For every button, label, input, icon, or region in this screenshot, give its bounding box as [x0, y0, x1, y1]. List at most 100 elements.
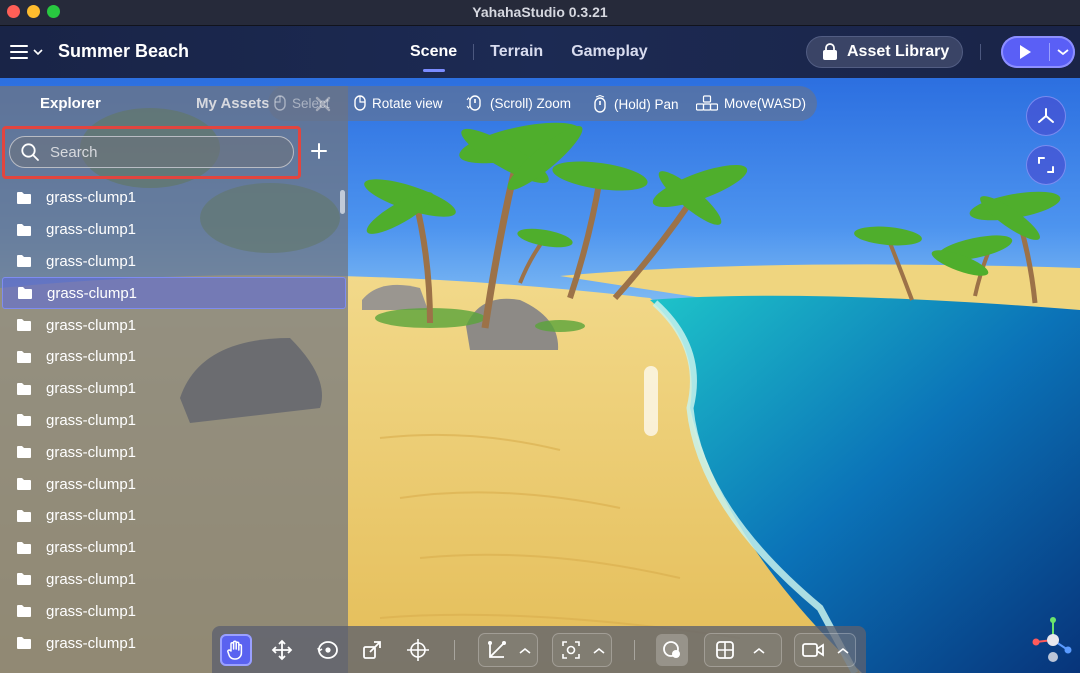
- hierarchy-item[interactable]: grass-clump1: [0, 182, 348, 214]
- hierarchy-item[interactable]: grass-clump1: [2, 277, 346, 310]
- camera-button[interactable]: [797, 634, 829, 666]
- pivot-target-icon: [562, 641, 580, 659]
- snap-icon: [488, 641, 506, 658]
- asset-library-button[interactable]: Asset Library: [806, 36, 963, 68]
- pivot-group: [552, 633, 612, 667]
- hierarchy-list: grass-clump1 grass-clump1 grass-clump1 gras…: [0, 182, 348, 669]
- orientation-gizmo-icon[interactable]: [1030, 612, 1076, 668]
- asset-library-label: Asset Library: [847, 43, 950, 60]
- hint-pan: (Hold) Pan: [592, 95, 679, 113]
- camera-view-button[interactable]: [1026, 96, 1066, 136]
- hierarchy-item[interactable]: grass-clump1: [0, 309, 348, 341]
- snap-button[interactable]: [481, 634, 513, 666]
- tab-terrain[interactable]: Terrain: [476, 26, 557, 78]
- hand-tool-button[interactable]: [220, 634, 252, 666]
- folder-icon: [17, 541, 31, 554]
- global-local-toggle[interactable]: [656, 634, 688, 666]
- window-titlebar: YahahaStudio 0.3.21: [0, 0, 1080, 26]
- folder-icon: [17, 637, 31, 650]
- hierarchy-item-label: grass-clump1: [46, 443, 137, 461]
- hierarchy-item-label: grass-clump1: [46, 411, 137, 429]
- folder-icon: [17, 350, 31, 363]
- focus-frame-icon: [1038, 157, 1054, 173]
- chevron-up-icon: [519, 647, 531, 654]
- hamburger-menu-icon: [10, 45, 28, 59]
- grid-icon: [716, 641, 734, 659]
- tab-explorer[interactable]: Explorer: [40, 95, 101, 112]
- search-icon: [21, 143, 39, 161]
- folder-icon: [17, 382, 31, 395]
- snap-options-button[interactable]: [513, 639, 537, 663]
- play-button[interactable]: [1001, 36, 1049, 68]
- window-title: YahahaStudio 0.3.21: [472, 4, 608, 20]
- hierarchy-item[interactable]: grass-clump1: [0, 405, 348, 437]
- layout-group: [704, 633, 782, 667]
- mouse-right-click-icon: [354, 95, 366, 111]
- plus-icon: [311, 143, 327, 159]
- tab-scene[interactable]: Scene: [396, 26, 471, 78]
- chevron-down-icon: [1056, 49, 1069, 56]
- hierarchy-item[interactable]: grass-clump1: [0, 532, 348, 564]
- hierarchy-item[interactable]: grass-clump1: [0, 373, 348, 405]
- snap-group: [478, 633, 538, 667]
- chevron-up-icon: [837, 647, 849, 654]
- play-options-button[interactable]: [1050, 36, 1075, 68]
- hierarchy-item[interactable]: grass-clump1: [0, 595, 348, 627]
- universal-transform-icon: [407, 639, 429, 661]
- focus-selection-button[interactable]: [1026, 145, 1066, 185]
- rotate-icon: [317, 641, 338, 659]
- hierarchy-item[interactable]: grass-clump1: [0, 341, 348, 373]
- hint-zoom: (Scroll) Zoom: [466, 95, 571, 111]
- main-menu-button[interactable]: [10, 41, 48, 63]
- hierarchy-item[interactable]: grass-clump1: [0, 436, 348, 468]
- hint-select: Select: [274, 95, 330, 111]
- tab-my-assets[interactable]: My Assets: [196, 95, 270, 112]
- hierarchy-item[interactable]: grass-clump1: [0, 564, 348, 596]
- hint-rotate-label: Rotate view: [372, 95, 443, 111]
- folder-icon: [17, 446, 31, 459]
- move-tool-button[interactable]: [266, 634, 298, 666]
- hierarchy-item-label: grass-clump1: [46, 252, 137, 270]
- toolbar-divider: [454, 640, 455, 660]
- add-object-button[interactable]: [308, 140, 330, 162]
- hierarchy-item-label: grass-clump1: [46, 221, 137, 239]
- folder-icon: [17, 478, 31, 491]
- header-divider: [980, 44, 981, 60]
- search-input[interactable]: [50, 143, 270, 161]
- folder-icon: [17, 255, 31, 268]
- scale-tool-button[interactable]: [356, 634, 388, 666]
- hierarchy-item-label: grass-clump1: [47, 284, 138, 302]
- hierarchy-item[interactable]: grass-clump1: [0, 214, 348, 246]
- folder-icon: [17, 509, 31, 522]
- transform-toolbar: [212, 626, 866, 673]
- chevron-down-icon: [33, 49, 43, 56]
- mouse-scroll-icon: [466, 95, 481, 111]
- hierarchy-scrollbar[interactable]: [340, 190, 345, 214]
- folder-icon: [17, 605, 31, 618]
- explorer-panel: Explorer My Assets grass-clump1grass-clu…: [0, 86, 348, 673]
- hint-move: Move(WASD): [696, 95, 806, 111]
- hierarchy-item[interactable]: grass-clump1: [0, 468, 348, 500]
- mouse-left-click-icon: [274, 95, 286, 111]
- app-header: Summer Beach Scene Terrain Gameplay Asse…: [0, 26, 1080, 78]
- folder-icon: [17, 414, 31, 427]
- hierarchy-item-label: grass-clump1: [46, 570, 137, 588]
- pivot-button[interactable]: [555, 634, 587, 666]
- hierarchy-item-label: grass-clump1: [46, 507, 137, 525]
- grid-toggle-button[interactable]: [709, 634, 741, 666]
- rotate-tool-button[interactable]: [312, 634, 344, 666]
- hierarchy-item[interactable]: grass-clump1: [0, 246, 348, 278]
- search-field[interactable]: [9, 136, 294, 168]
- viewport-hint-bar: Select Rotate view (Scroll) Zoom (Hold) …: [268, 86, 817, 121]
- universal-tool-button[interactable]: [402, 634, 434, 666]
- hint-zoom-label: (Scroll) Zoom: [490, 95, 572, 111]
- hierarchy-item-label: grass-clump1: [46, 348, 137, 366]
- grid-options-button[interactable]: [747, 639, 771, 663]
- camera-options-button[interactable]: [831, 639, 855, 663]
- pivot-options-button[interactable]: [587, 639, 611, 663]
- tab-divider: [473, 44, 475, 60]
- hierarchy-item[interactable]: grass-clump1: [0, 500, 348, 532]
- hint-select-label: Select: [292, 95, 330, 111]
- tab-gameplay[interactable]: Gameplay: [557, 26, 661, 78]
- toolbar-divider: [634, 640, 635, 660]
